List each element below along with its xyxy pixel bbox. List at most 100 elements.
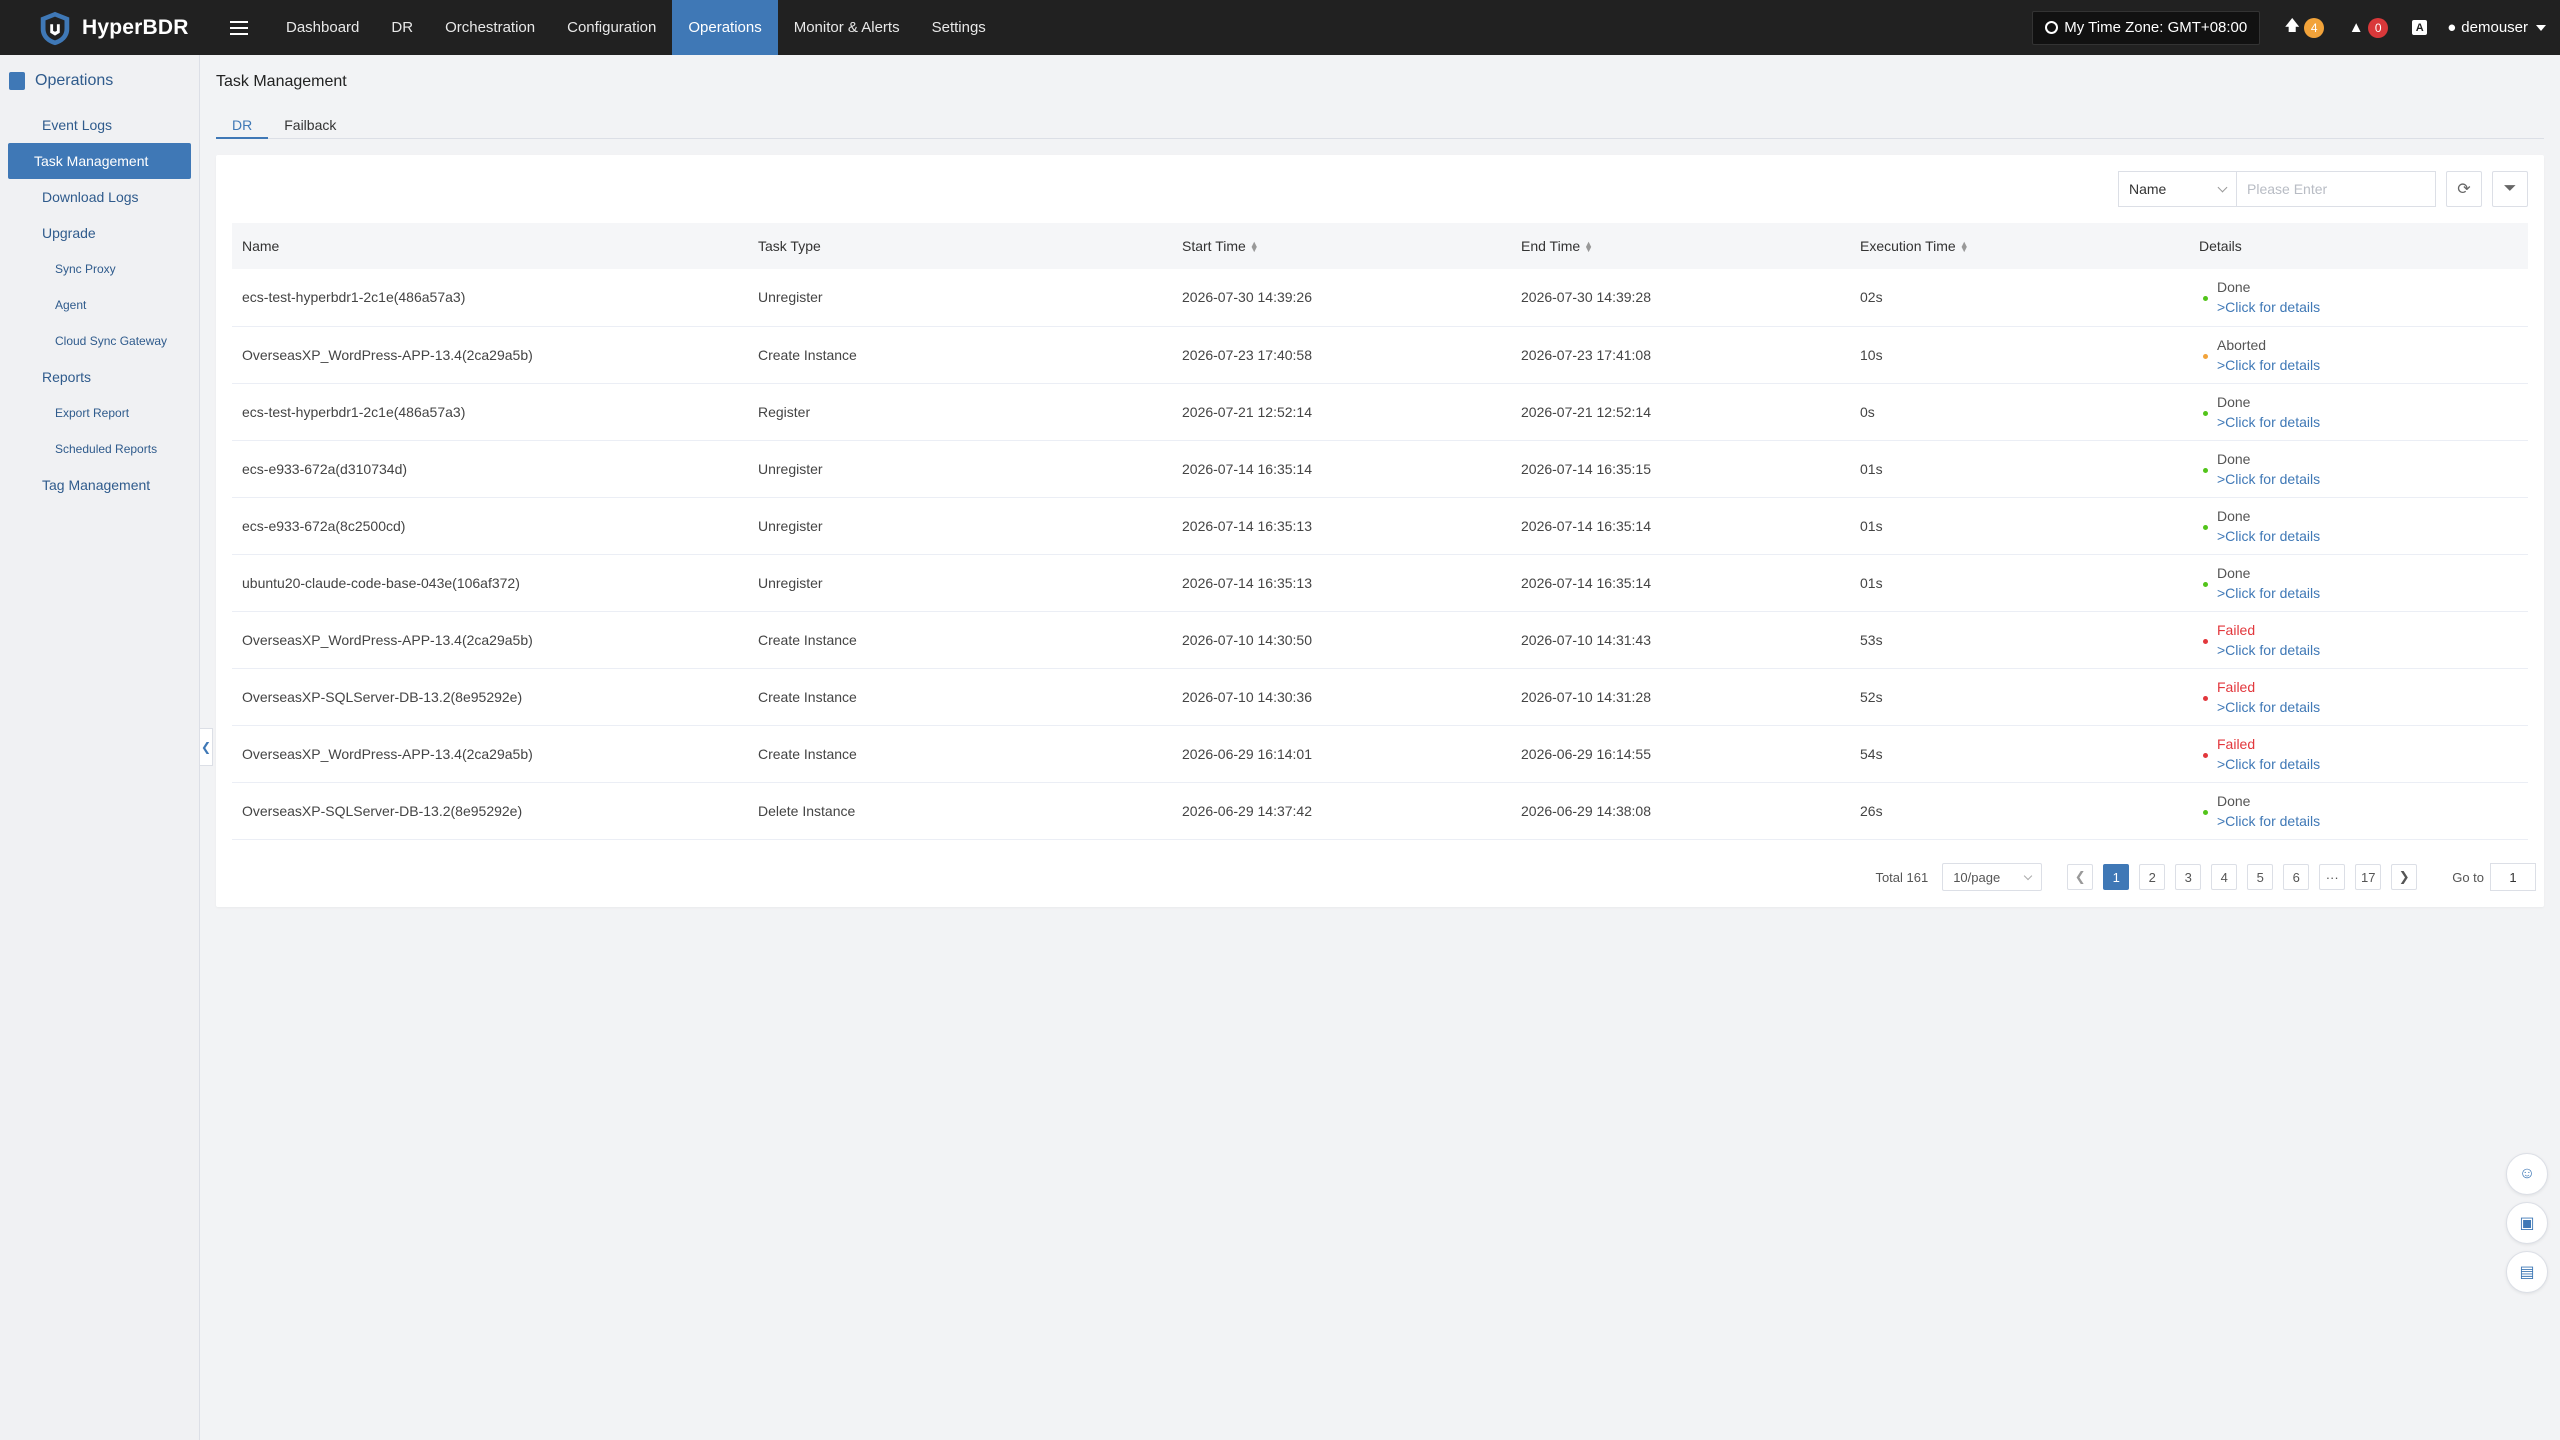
sidebar-item-task-management[interactable]: Task Management	[8, 143, 191, 179]
search-input[interactable]	[2236, 171, 2436, 207]
filter-field-select[interactable]: Name	[2118, 171, 2236, 207]
table-row: OverseasXP-SQLServer-DB-13.2(8e95292e) De…	[232, 782, 2528, 840]
sort-icon[interactable]: ▲ ▼	[1250, 240, 1259, 254]
end-time: 2026-07-10 14:31:28	[1511, 668, 1850, 726]
clipboard-button[interactable]: ▤	[2506, 1251, 2548, 1293]
tab-failback[interactable]: Failback	[268, 111, 352, 139]
details-link[interactable]: >Click for details	[2217, 811, 2528, 831]
task-name: ecs-e933-672a(d310734d)	[232, 440, 748, 498]
status-dot-icon	[2203, 581, 2208, 587]
assistant-button[interactable]: ☺	[2506, 1153, 2548, 1195]
task-name: ecs-test-hyperbdr1-2c1e(486a57a3)	[232, 269, 748, 327]
details-link[interactable]: >Click for details	[2217, 754, 2528, 774]
nav-item-dashboard[interactable]: Dashboard	[270, 0, 375, 55]
status-text: Failed	[2217, 678, 2256, 695]
top-navbar: HyperBDR Dashboard DR Orchestration Configu…	[0, 0, 2560, 55]
table-header-row: Name Task Type Start Time ▲ ▼ End Time ▲ ▼ E…	[232, 223, 2528, 269]
page-button[interactable]: 6	[2283, 864, 2310, 890]
sidebar-title: Operations	[35, 72, 114, 89]
task-type: Unregister	[748, 554, 1172, 612]
tab-dr[interactable]: DR	[216, 111, 269, 139]
col-execution-time[interactable]: Execution Time ▲ ▼	[1850, 223, 2189, 269]
execution-time: 54s	[1850, 725, 2189, 783]
execution-time: 53s	[1850, 611, 2189, 669]
sidebar-item-sync-proxy[interactable]: Sync Proxy	[8, 251, 191, 287]
filter-button[interactable]: ⏷	[2492, 171, 2528, 207]
sidebar-item-reports[interactable]: Reports	[8, 359, 191, 395]
sidebar-item-tag-management[interactable]: Tag Management	[8, 467, 191, 503]
upgrade-notifications[interactable]: 🡅 4	[2284, 17, 2325, 38]
nav-item-orchestration[interactable]: Orchestration	[429, 0, 551, 55]
details-link[interactable]: >Click for details	[2217, 526, 2528, 546]
sidebar-item-export-report[interactable]: Export Report	[8, 395, 191, 431]
task-table: Name Task Type Start Time ▲ ▼ End Time ▲ ▼ E…	[232, 223, 2528, 840]
details-cell: Done >Click for details	[2189, 782, 2528, 840]
execution-time: 01s	[1850, 554, 2189, 612]
pagination: Total 161 10/page ❮ 1 2 3 4 5 6 ··· 17 ❯ Go to	[1875, 863, 2536, 891]
sidebar-item-agent[interactable]: Agent	[8, 287, 191, 323]
details-cell: Failed >Click for details	[2189, 725, 2528, 783]
page-button[interactable]: 5	[2247, 864, 2274, 890]
task-type: Unregister	[748, 497, 1172, 555]
sidebar-item-event-logs[interactable]: Event Logs	[8, 107, 191, 143]
timezone-display[interactable]: My Time Zone: GMT+08:00	[2032, 10, 2261, 45]
sort-icon[interactable]: ▲ ▼	[1584, 240, 1593, 254]
details-link[interactable]: >Click for details	[2217, 640, 2528, 660]
col-end-time[interactable]: End Time ▲ ▼	[1511, 223, 1850, 269]
sort-icon[interactable]: ▲ ▼	[1960, 240, 1969, 254]
goto-page-input[interactable]	[2490, 863, 2536, 891]
details-link[interactable]: >Click for details	[2217, 469, 2528, 489]
start-time: 2026-07-14 16:35:14	[1172, 440, 1511, 498]
details-cell: Done >Click for details	[2189, 554, 2528, 612]
task-name: OverseasXP_WordPress-APP-13.4(2ca29a5b)	[232, 725, 748, 783]
details-cell: Done >Click for details	[2189, 269, 2528, 327]
col-start-time[interactable]: Start Time ▲ ▼	[1172, 223, 1511, 269]
caret-down-icon	[2536, 24, 2546, 31]
filter-toolbar: Name ⟳ ⏷	[2118, 171, 2528, 207]
task-name: OverseasXP_WordPress-APP-13.4(2ca29a5b)	[232, 326, 748, 384]
page-button[interactable]: 2	[2139, 864, 2166, 890]
app-logo[interactable]: HyperBDR	[0, 0, 200, 55]
page-size-select[interactable]: 10/page	[1942, 863, 2043, 891]
sidebar-item-download-logs[interactable]: Download Logs	[8, 179, 191, 215]
task-type: Create Instance	[748, 611, 1172, 669]
sidebar-header: Operations	[0, 55, 199, 107]
upload-arrow-icon: 🡅	[2284, 17, 2300, 34]
sidebar-item-upgrade[interactable]: Upgrade	[8, 215, 191, 251]
start-time: 2026-07-30 14:39:26	[1172, 269, 1511, 327]
status-dot-icon	[2203, 296, 2208, 301]
nav-item-configuration[interactable]: Configuration	[551, 0, 672, 55]
language-switch[interactable]: A	[2412, 20, 2428, 35]
next-page-button[interactable]: ❯	[2391, 864, 2418, 890]
nav-item-settings[interactable]: Settings	[916, 0, 1002, 55]
details-link[interactable]: >Click for details	[2217, 583, 2528, 603]
col-name: Name	[232, 223, 748, 269]
alert-notifications[interactable]: ▲ 0	[2348, 17, 2389, 38]
details-link[interactable]: >Click for details	[2217, 697, 2528, 717]
page-button[interactable]: 4	[2211, 864, 2238, 890]
nav-item-monitor-alerts[interactable]: Monitor & Alerts	[778, 0, 916, 55]
page-button[interactable]: 3	[2175, 864, 2202, 890]
sidebar-item-cloud-sync-gateway[interactable]: Cloud Sync Gateway	[8, 323, 191, 359]
user-menu[interactable]: ● demouser	[2447, 19, 2546, 36]
menu-toggle-button[interactable]	[214, 0, 264, 55]
details-link[interactable]: >Click for details	[2217, 355, 2528, 375]
refresh-button[interactable]: ⟳	[2446, 171, 2482, 207]
details-link[interactable]: >Click for details	[2217, 412, 2528, 432]
docs-button[interactable]: ▣	[2506, 1202, 2548, 1244]
end-time: 2026-06-29 16:14:55	[1511, 725, 1850, 783]
task-type: Create Instance	[748, 725, 1172, 783]
page-button[interactable]: 1	[2103, 864, 2130, 890]
page-ellipsis[interactable]: ···	[2319, 864, 2346, 890]
execution-time: 26s	[1850, 782, 2189, 840]
page-button[interactable]: 17	[2355, 864, 2382, 890]
table-row: ecs-test-hyperbdr1-2c1e(486a57a3) Registe…	[232, 383, 2528, 441]
nav-item-operations[interactable]: Operations	[672, 0, 778, 55]
nav-item-dr[interactable]: DR	[375, 0, 429, 55]
main-nav: Dashboard DR Orchestration Configuration Ope…	[270, 0, 1002, 55]
prev-page-button[interactable]: ❮	[2067, 864, 2094, 890]
col-execution-time-label: Execution Time	[1860, 238, 1956, 254]
details-link[interactable]: >Click for details	[2217, 297, 2528, 317]
table-row: ubuntu20-claude-code-base-043e(106af372)…	[232, 554, 2528, 612]
sidebar-item-scheduled-reports[interactable]: Scheduled Reports	[8, 431, 191, 467]
